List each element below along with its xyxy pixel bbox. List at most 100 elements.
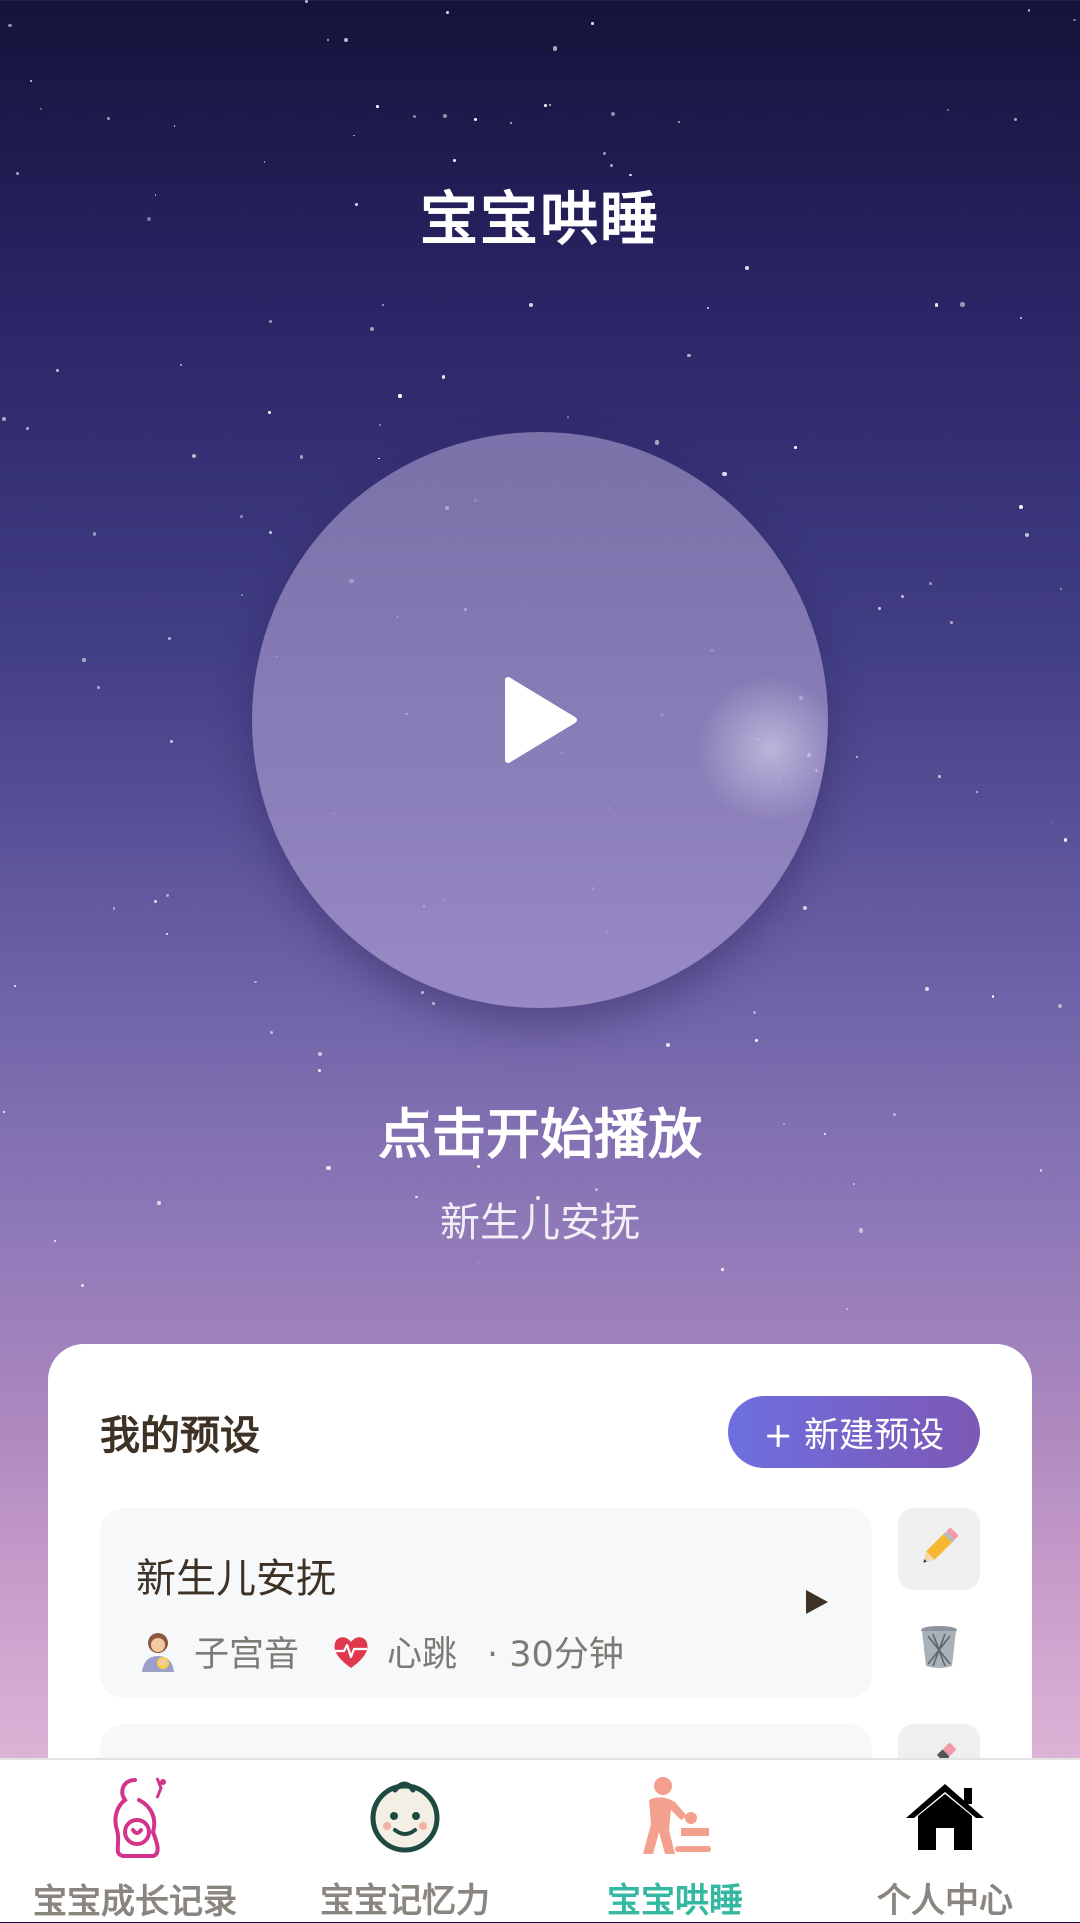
star — [317, 1069, 321, 1073]
star — [1025, 532, 1030, 537]
star — [934, 303, 939, 307]
star — [477, 1261, 480, 1264]
star — [168, 637, 172, 641]
star — [611, 112, 616, 117]
star — [1019, 504, 1024, 509]
star — [269, 320, 272, 323]
star — [553, 46, 558, 51]
preset-name: 新生儿安抚 — [136, 1556, 336, 1602]
star — [1028, 9, 1031, 12]
star — [855, 756, 858, 759]
play-icon — [502, 676, 578, 764]
star — [112, 907, 116, 910]
preset-item[interactable]: 新生儿安抚 子宫音 心跳 · 30分钟 — [100, 1508, 872, 1698]
star — [13, 985, 16, 988]
nav-item-profile[interactable]: 个人中心 — [810, 1760, 1080, 1922]
star — [544, 103, 548, 107]
new-preset-button[interactable]: + 新建预设 — [727, 1396, 980, 1468]
star — [398, 394, 402, 398]
star — [852, 1183, 855, 1185]
star — [268, 411, 272, 414]
bottom-nav: 宝宝成长记录 宝宝记忆力 宝宝哄睡 个人中心 — [0, 1758, 1080, 1922]
star — [8, 23, 12, 28]
nav-item-growth-record[interactable]: 宝宝成长记录 — [0, 1760, 270, 1922]
home-icon — [899, 1770, 991, 1861]
star — [254, 980, 257, 984]
star — [179, 363, 182, 366]
star — [878, 607, 881, 610]
baby-care-icon — [629, 1770, 721, 1861]
star — [1019, 316, 1023, 320]
star — [382, 304, 385, 306]
star — [745, 265, 749, 270]
preset-meta: 子宫音 心跳 · 30分钟 — [136, 1626, 624, 1677]
current-preset-name: 新生儿安抚 — [440, 1200, 640, 1246]
star — [991, 995, 995, 998]
star — [687, 353, 691, 358]
star — [960, 302, 965, 307]
nav-item-memory[interactable]: 宝宝记忆力 — [270, 1760, 540, 1922]
heart-icon — [329, 1630, 373, 1674]
edit-button[interactable] — [898, 1508, 980, 1590]
sound-label: 子宫音 — [194, 1635, 300, 1675]
star — [846, 1308, 849, 1311]
play-prompt: 点击开始播放 — [378, 1103, 702, 1166]
pregnant-mother-icon — [89, 1770, 181, 1862]
star — [370, 327, 375, 332]
star — [1039, 1169, 1043, 1173]
star — [40, 107, 43, 110]
star — [442, 113, 447, 118]
star — [55, 369, 59, 372]
star — [154, 899, 158, 903]
nav-label: 个人中心 — [877, 1881, 1013, 1921]
star — [1, 416, 7, 422]
star — [326, 38, 329, 41]
star — [29, 79, 33, 83]
star — [794, 445, 798, 449]
star — [106, 116, 111, 120]
star — [937, 775, 941, 779]
star — [81, 1284, 84, 1287]
star — [548, 103, 552, 106]
star — [1051, 821, 1054, 824]
presets-title: 我的预设 — [100, 1413, 260, 1459]
star — [753, 1010, 757, 1014]
star — [240, 594, 243, 597]
star — [1013, 117, 1017, 122]
star — [928, 582, 932, 586]
delete-button[interactable] — [898, 1608, 980, 1690]
nav-item-sleep[interactable]: 宝宝哄睡 — [540, 1760, 810, 1922]
star — [378, 457, 380, 460]
star — [169, 739, 174, 744]
star — [1059, 588, 1062, 591]
preset-play-icon[interactable] — [804, 1588, 830, 1616]
star — [1073, 18, 1076, 22]
star — [453, 158, 457, 162]
star — [665, 1043, 670, 1048]
nav-label: 宝宝记忆力 — [320, 1881, 490, 1921]
star — [25, 427, 30, 431]
star — [474, 118, 478, 122]
star — [305, 0, 308, 3]
star — [413, 114, 417, 119]
star — [567, 415, 570, 418]
star — [654, 440, 660, 445]
star — [755, 1039, 759, 1043]
star — [191, 454, 196, 459]
star — [924, 986, 930, 991]
nav-label: 宝宝成长记录 — [33, 1882, 237, 1922]
star — [590, 22, 594, 25]
star — [706, 307, 709, 310]
star — [263, 161, 266, 163]
star — [352, 134, 355, 137]
star — [609, 163, 613, 167]
page-title: 宝宝哄睡 — [419, 185, 660, 253]
star — [720, 1268, 724, 1272]
star — [239, 514, 243, 518]
star — [318, 1052, 322, 1056]
star — [677, 120, 681, 124]
star — [82, 658, 86, 662]
nav-label: 宝宝哄睡 — [607, 1881, 743, 1921]
star — [166, 933, 168, 935]
play-button[interactable] — [252, 432, 828, 1008]
